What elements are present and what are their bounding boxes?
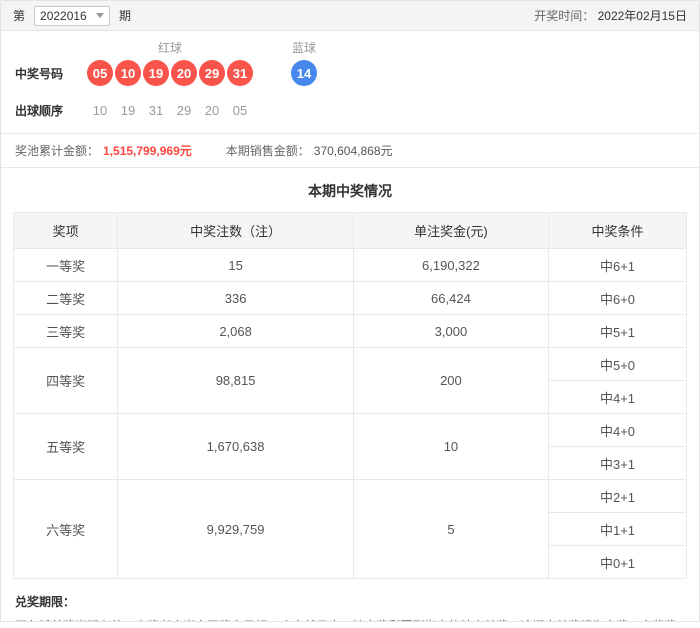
column-header-condition: 中奖条件 [549,213,687,249]
prize-count: 1,670,638 [118,414,354,480]
prize-condition: 中4+1 [549,381,687,414]
prize-count: 336 [118,282,354,315]
prize-name: 四等奖 [14,348,118,414]
red-ball: 29 [199,60,225,86]
prize-table: 奖项 中奖注数（注） 单注奖金(元) 中奖条件 一等奖 15 6,190,322… [13,212,687,579]
table-row: 一等奖 15 6,190,322 中6+1 [14,249,687,282]
prize-condition: 中5+1 [549,315,687,348]
prize-condition: 中6+0 [549,282,687,315]
redemption-notice-text: 双色球兑奖当期有效。中奖者应当自开奖之日起60个自然日内，持中奖彩票到指定的地点… [15,617,685,622]
draw-time: 开奖时间： 2022年02月15日 [534,7,687,24]
draw-time-label: 开奖时间： [534,9,594,23]
prize-count: 15 [118,249,354,282]
period-prefix-label: 第 [13,7,25,24]
draw-order-number: 31 [143,103,169,118]
prize-condition: 中5+0 [549,348,687,381]
period-suffix-label: 期 [119,7,131,24]
pool-amount-value: 1,515,799,969元 [103,142,192,159]
chevron-down-icon [96,13,104,18]
draw-order-label: 出球顺序 [15,102,87,119]
prize-amount: 5 [353,480,548,579]
draw-order-number: 20 [199,103,225,118]
lottery-result-card: 第 2022016 期 开奖时间： 2022年02月15日 红球 蓝球 中奖号码… [0,0,700,622]
prize-amount: 3,000 [353,315,548,348]
redemption-notice-title: 兑奖期限： [15,593,685,610]
prize-amount: 6,190,322 [353,249,548,282]
period-select[interactable]: 2022016 [34,6,110,26]
prize-table-section: 本期中奖情况 奖项 中奖注数（注） 单注奖金(元) 中奖条件 一等奖 15 6,… [1,168,699,579]
pool-amount-label: 奖池累计金额： [15,142,99,159]
prize-amount: 10 [353,414,548,480]
prize-condition: 中1+1 [549,513,687,546]
top-bar: 第 2022016 期 开奖时间： 2022年02月15日 [1,1,699,31]
prize-name: 六等奖 [14,480,118,579]
prize-count: 2,068 [118,315,354,348]
prize-name: 二等奖 [14,282,118,315]
prize-amount: 200 [353,348,548,414]
prize-condition: 中6+1 [549,249,687,282]
draw-order-number: 19 [115,103,141,118]
table-row: 四等奖 98,815 200 中5+0 [14,348,687,381]
red-ball: 31 [227,60,253,86]
column-header-amount: 单注奖金(元) [353,213,548,249]
prize-name: 三等奖 [14,315,118,348]
prize-condition: 中4+0 [549,414,687,447]
prize-table-title: 本期中奖情况 [13,181,687,201]
redemption-notice: 兑奖期限： 双色球兑奖当期有效。中奖者应当自开奖之日起60个自然日内，持中奖彩票… [1,579,699,622]
red-ball: 05 [87,60,113,86]
prize-name: 一等奖 [14,249,118,282]
draw-time-value: 2022年02月15日 [598,9,687,23]
draw-order-number: 29 [171,103,197,118]
red-ball: 20 [171,60,197,86]
winning-numbers-label: 中奖号码 [15,65,87,82]
draw-order-number: 05 [227,103,253,118]
table-row: 六等奖 9,929,759 5 中2+1 [14,480,687,513]
blue-ball-group-label: 蓝球 [291,39,317,56]
blue-ball: 14 [291,60,317,86]
table-header-row: 奖项 中奖注数（注） 单注奖金(元) 中奖条件 [14,213,687,249]
draw-order-group: 10 19 31 29 20 05 [87,103,253,118]
period-select-value: 2022016 [40,9,87,23]
column-header-count: 中奖注数（注） [118,213,354,249]
prize-count: 9,929,759 [118,480,354,579]
column-header-prize: 奖项 [14,213,118,249]
red-balls-group-label: 红球 [87,39,253,56]
red-ball: 19 [143,60,169,86]
table-row: 二等奖 336 66,424 中6+0 [14,282,687,315]
red-ball: 10 [115,60,141,86]
prize-condition: 中0+1 [549,546,687,579]
prize-amount: 66,424 [353,282,548,315]
sales-amount-value: 370,604,868元 [314,142,393,159]
table-row: 五等奖 1,670,638 10 中4+0 [14,414,687,447]
prize-condition: 中2+1 [549,480,687,513]
prize-condition: 中3+1 [549,447,687,480]
draw-order-number: 10 [87,103,113,118]
prize-count: 98,815 [118,348,354,414]
red-balls-group: 05 10 19 20 29 31 [87,60,253,86]
sales-amount-label: 本期销售金额： [226,142,310,159]
winning-numbers-section: 红球 蓝球 中奖号码 05 10 19 20 29 31 14 出球顺序 10 … [1,31,699,120]
table-row: 三等奖 2,068 3,000 中5+1 [14,315,687,348]
amounts-row: 奖池累计金额： 1,515,799,969元 本期销售金额： 370,604,8… [1,133,699,168]
prize-name: 五等奖 [14,414,118,480]
